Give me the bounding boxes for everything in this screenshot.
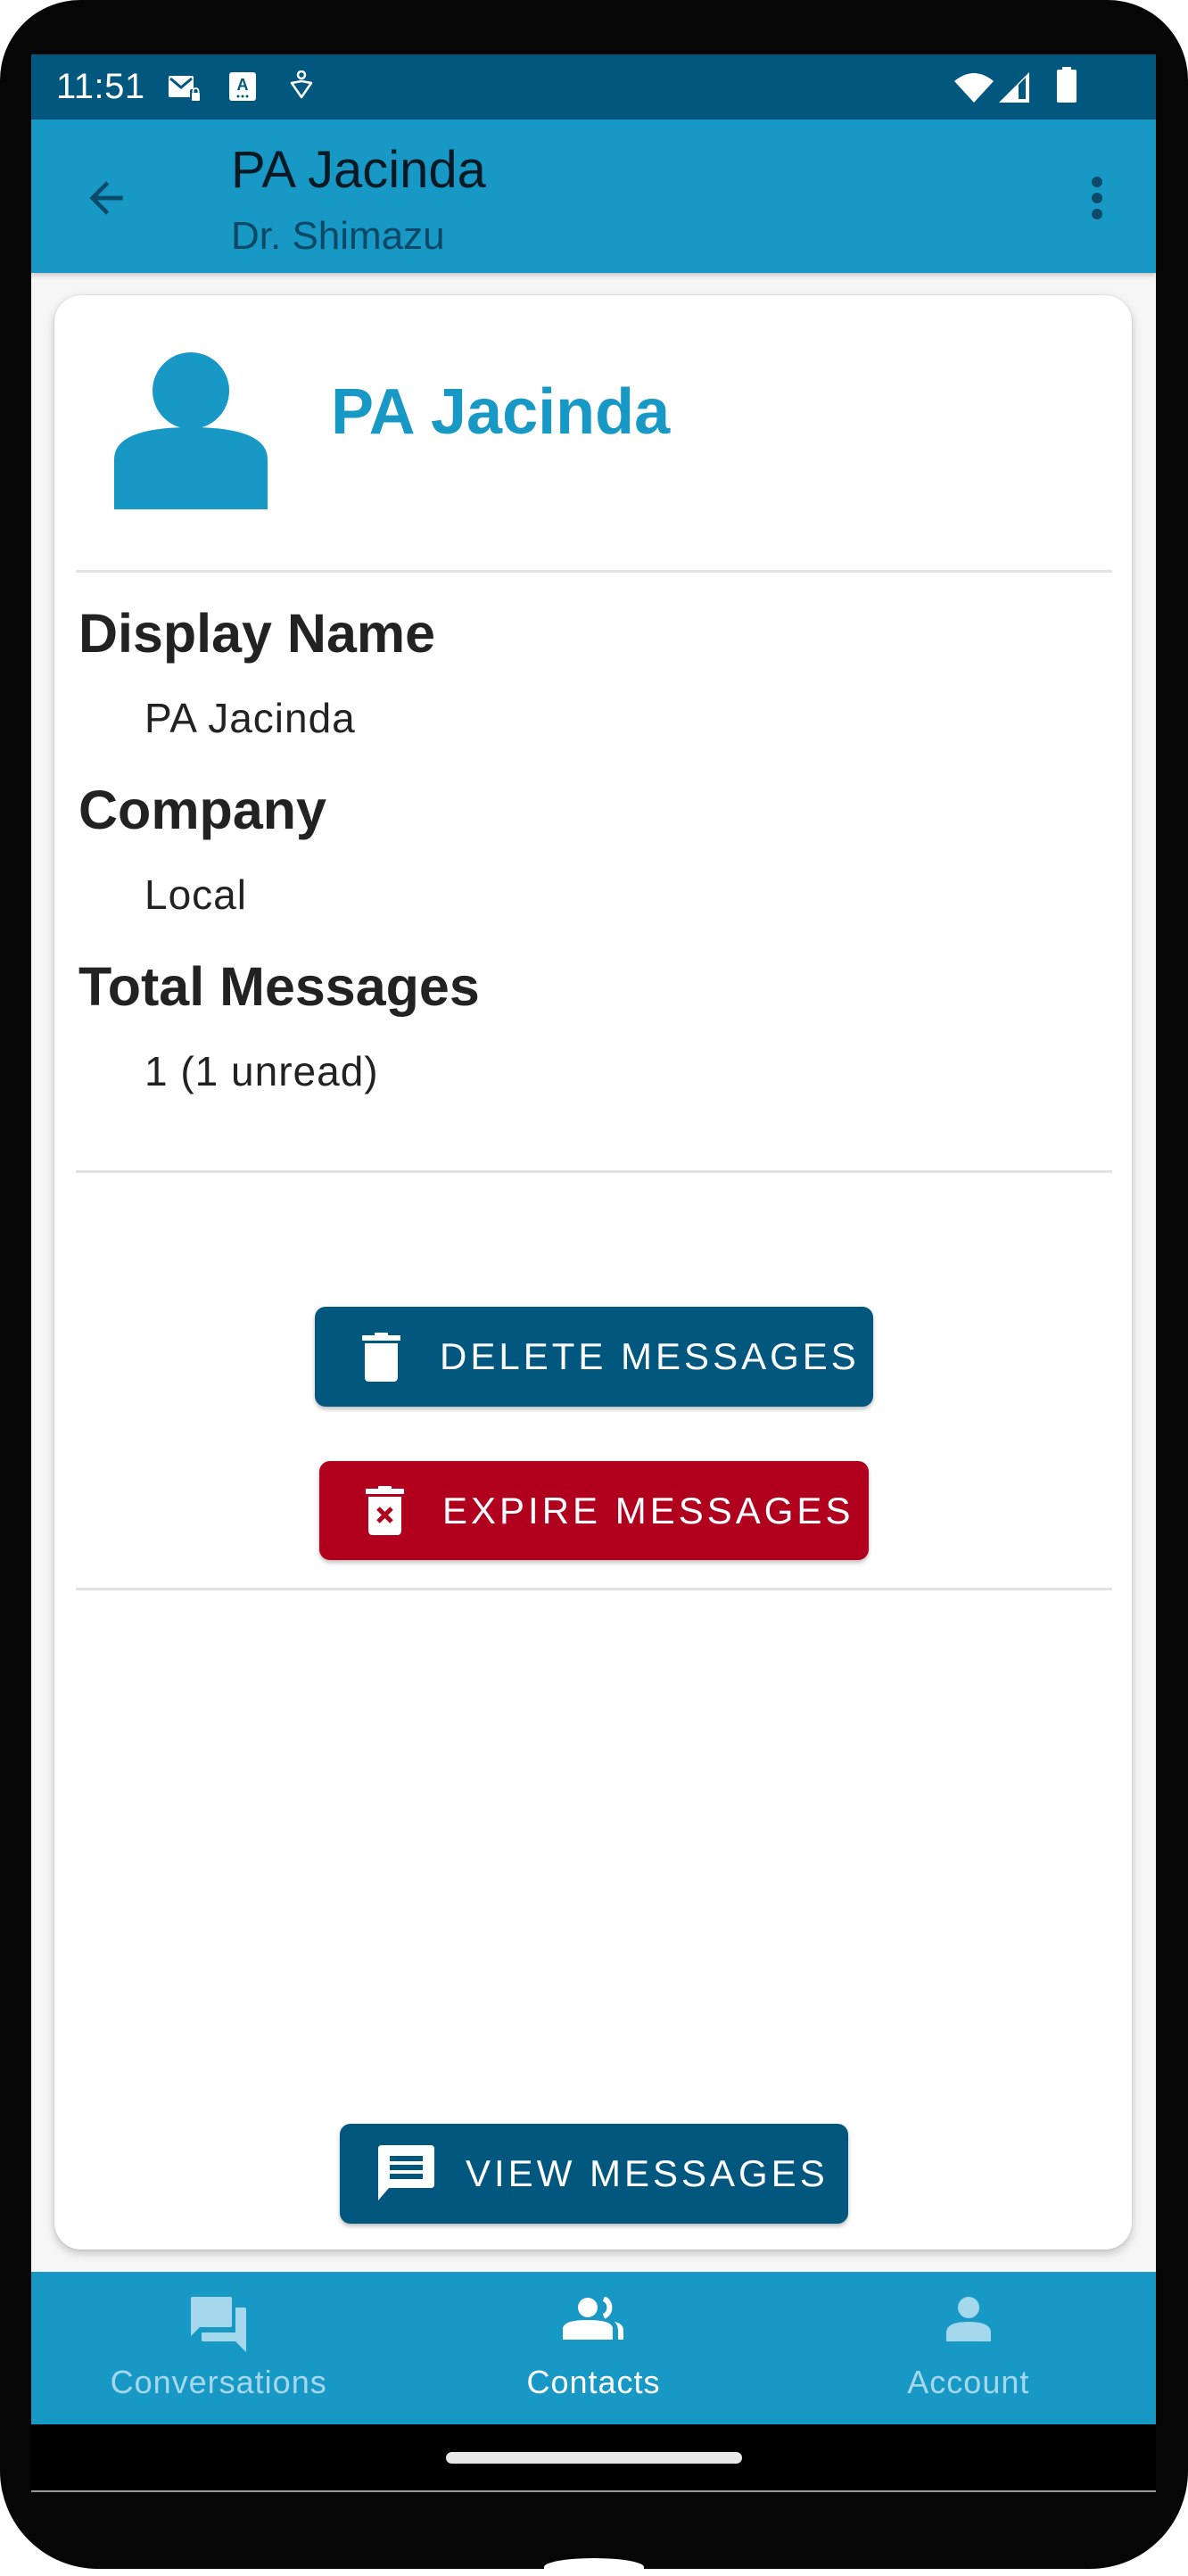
delete-messages-label: DELETE MESSAGES [440,1335,860,1377]
contact-card: PA Jacinda Display Name PA Jacinda Compa… [54,295,1132,2250]
nav-item-contacts[interactable]: Contacts [406,2272,780,2424]
arrow-left-icon [89,181,123,215]
screen-edge [31,2490,1156,2492]
cell-signal-icon [999,72,1029,103]
delete-messages-button[interactable]: DELETE MESSAGES [315,1307,873,1407]
status-bar: 11:51 A [31,54,1156,120]
app-bar-subtitle: Dr. Shimazu [231,214,445,258]
field-value-display-name: PA Jacinda [144,695,356,741]
people-icon [563,2297,624,2340]
nav-label: Contacts [526,2364,661,2400]
app-bar-title: PA Jacinda [231,141,486,199]
device-notch [544,2558,644,2576]
gesture-navigation-area [31,2424,1156,2491]
divider [76,570,1112,573]
person-icon [945,2297,991,2341]
trash-x-icon [366,1486,404,1535]
nav-label: Account [907,2364,1030,2400]
wifi-icon [954,73,994,103]
expire-messages-label: EXPIRE MESSAGES [442,1490,854,1532]
mail-lock-icon [169,76,201,101]
battery-icon [1057,67,1077,103]
accessibility-a-icon: A [229,72,256,101]
app-bar: PA Jacinda Dr. Shimazu [31,120,1156,273]
field-value-company: Local [144,871,247,918]
nav-item-account[interactable]: Account [781,2272,1156,2424]
accessibility-person-icon [290,70,313,99]
expire-messages-button[interactable]: EXPIRE MESSAGES [319,1461,869,1560]
svg-text:A: A [237,76,249,94]
divider [76,1588,1112,1590]
divider [76,1170,1112,1173]
nav-label: Conversations [110,2364,327,2400]
view-messages-label: VIEW MESSAGES [466,2152,829,2194]
message-icon [378,2145,434,2200]
person-avatar-icon [114,352,268,509]
field-label-display-name: Display Name [78,603,436,664]
view-messages-button[interactable]: VIEW MESSAGES [340,2124,848,2224]
screen: 11:51 A PA Jacinda Dr. Shimazu PA Jacind… [31,54,1156,2491]
field-label-total-messages: Total Messages [78,956,480,1017]
home-gesture-handle[interactable] [446,2452,742,2464]
bottom-navigation: Conversations Contacts Account [31,2272,1156,2424]
trash-icon [362,1333,400,1382]
field-value-total-messages: 1 (1 unread) [144,1048,379,1094]
back-button[interactable] [74,166,138,230]
nav-item-conversations[interactable]: Conversations [31,2272,406,2424]
contact-name: PA Jacinda [331,376,671,448]
overflow-menu-button[interactable] [1075,166,1119,230]
field-label-company: Company [78,780,326,840]
status-time: 11:51 [56,67,145,106]
more-vert-icon [1092,177,1102,219]
forum-icon [191,2297,247,2352]
